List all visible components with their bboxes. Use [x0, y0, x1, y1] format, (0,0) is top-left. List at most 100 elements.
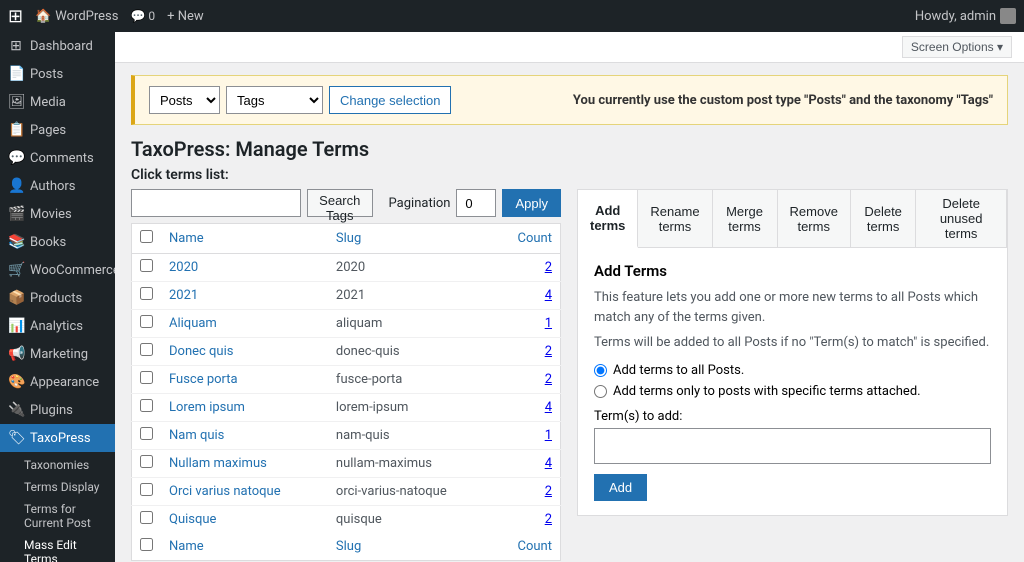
row-slug: nam-quis — [328, 422, 494, 450]
sidebar-sub-mass-edit-terms[interactable]: Mass Edit Terms — [0, 534, 115, 562]
radio-specific-posts[interactable] — [594, 385, 607, 398]
sidebar-item-posts[interactable]: 📄 Posts — [0, 60, 115, 88]
post-type-selects: Posts Pages Tags Categories Change selec… — [149, 86, 451, 114]
tab-add-terms[interactable]: Add terms — [578, 190, 638, 248]
sidebar-item-dashboard[interactable]: ⊞ Dashboard — [0, 32, 115, 60]
pages-icon: 📋 — [8, 122, 24, 138]
row-count: 1 — [494, 310, 561, 338]
sidebar-sub-taxonomies[interactable]: Taxonomies — [0, 454, 115, 476]
row-checkbox[interactable] — [140, 315, 153, 328]
wp-logo-icon: ⊞ — [8, 6, 23, 27]
select-all-footer-checkbox[interactable] — [140, 538, 153, 551]
row-slug: aliquam — [328, 310, 494, 338]
sidebar-item-movies[interactable]: 🎬 Movies — [0, 200, 115, 228]
products-icon: 📦 — [8, 290, 24, 306]
table-row: Aliquam aliquam 1 — [132, 310, 561, 338]
sidebar-item-comments[interactable]: 💬 Comments — [0, 144, 115, 172]
row-checkbox[interactable] — [140, 483, 153, 496]
tab-rename-terms[interactable]: Rename terms — [638, 190, 712, 247]
comments-icon[interactable]: 💬 0 — [130, 9, 155, 23]
col-header-slug[interactable]: Slug — [328, 224, 494, 254]
media-icon: 🖼 — [8, 94, 24, 110]
row-checkbox[interactable] — [140, 455, 153, 468]
tab-remove-terms[interactable]: Remove terms — [778, 190, 851, 247]
row-checkbox[interactable] — [140, 287, 153, 300]
sidebar-item-books[interactable]: 📚 Books — [0, 228, 115, 256]
apply-button[interactable]: Apply — [502, 189, 561, 217]
col-footer-count: Count — [494, 533, 561, 561]
post-type-select[interactable]: Posts Pages — [149, 86, 220, 114]
table-row: 2021 2021 4 — [132, 282, 561, 310]
add-submit-button[interactable]: Add — [594, 474, 647, 501]
select-all-checkbox[interactable] — [140, 230, 153, 243]
sidebar-sub-terms-current-post[interactable]: Terms for Current Post — [0, 498, 115, 534]
authors-icon: 👤 — [8, 178, 24, 194]
pagination-label: Pagination — [389, 196, 451, 211]
row-slug: quisque — [328, 506, 494, 534]
row-count: 2 — [494, 366, 561, 394]
site-name[interactable]: 🏠 WordPress — [35, 9, 118, 24]
tab-delete-unused-terms[interactable]: Delete unused terms — [916, 190, 1007, 247]
table-row: 2020 2020 2 — [132, 254, 561, 282]
content-area: Screen Options ▾ Posts Pages Tags Catego… — [115, 32, 1024, 562]
taxopress-icon: 🏷 — [8, 430, 24, 446]
table-row: Donec quis donec-quis 2 — [132, 338, 561, 366]
movies-icon: 🎬 — [8, 206, 24, 222]
row-checkbox[interactable] — [140, 511, 153, 524]
sidebar-item-taxopress[interactable]: 🏷 TaxoPress — [0, 424, 115, 452]
tabs-row: Add terms Rename terms Merge terms Remov… — [578, 190, 1007, 248]
sidebar-item-appearance[interactable]: 🎨 Appearance — [0, 368, 115, 396]
radio-all-posts[interactable] — [594, 364, 607, 377]
radio-all-posts-label[interactable]: Add terms to all Posts. — [594, 363, 991, 378]
tab-merge-terms[interactable]: Merge terms — [713, 190, 778, 247]
row-count: 4 — [494, 450, 561, 478]
new-link[interactable]: + New — [167, 9, 204, 24]
taxonomy-select[interactable]: Tags Categories — [226, 86, 323, 114]
sidebar-item-plugins[interactable]: 🔌 Plugins — [0, 396, 115, 424]
woocommerce-icon: 🛒 — [8, 262, 24, 278]
row-slug: 2020 — [328, 254, 494, 282]
row-checkbox[interactable] — [140, 427, 153, 440]
sidebar-item-media[interactable]: 🖼 Media — [0, 88, 115, 116]
sidebar-item-woocommerce[interactable]: 🛒 WooCommerce — [0, 256, 115, 284]
sidebar-item-analytics[interactable]: 📊 Analytics — [0, 312, 115, 340]
row-checkbox[interactable] — [140, 371, 153, 384]
row-count: 2 — [494, 506, 561, 534]
appearance-icon: 🎨 — [8, 374, 24, 390]
sidebar-item-authors[interactable]: 👤 Authors — [0, 172, 115, 200]
col-header-count[interactable]: Count — [494, 224, 561, 254]
plugins-icon: 🔌 — [8, 402, 24, 418]
row-slug: orci-varius-natoque — [328, 478, 494, 506]
click-terms-label: Click terms list: — [131, 167, 1008, 183]
add-terms-panel: Add Terms This feature lets you add one … — [578, 248, 1007, 515]
sidebar-sub-terms-display[interactable]: Terms Display — [0, 476, 115, 498]
notice-text: You currently use the custom post type "… — [573, 93, 993, 108]
sidebar-sub-menu: Taxonomies Terms Display Terms for Curre… — [0, 452, 115, 562]
search-row: Search Tags Pagination Apply — [131, 189, 561, 217]
row-checkbox[interactable] — [140, 399, 153, 412]
row-checkbox[interactable] — [140, 343, 153, 356]
table-row: Nam quis nam-quis 1 — [132, 422, 561, 450]
tab-delete-terms[interactable]: Delete terms — [851, 190, 916, 247]
radio-specific-posts-label[interactable]: Add terms only to posts with specific te… — [594, 384, 991, 399]
row-name: 2021 — [161, 282, 328, 310]
screen-options-button[interactable]: Screen Options ▾ — [902, 36, 1012, 58]
search-tags-button[interactable]: Search Tags — [307, 189, 373, 217]
col-header-name[interactable]: Name — [161, 224, 328, 254]
sidebar-item-products[interactable]: 📦 Products — [0, 284, 115, 312]
table-row: Fusce porta fusce-porta 2 — [132, 366, 561, 394]
terms-to-add-input[interactable] — [594, 428, 991, 464]
sidebar-item-pages[interactable]: 📋 Pages — [0, 116, 115, 144]
search-input[interactable] — [131, 189, 301, 217]
add-terms-title: Add Terms — [594, 262, 991, 280]
row-name: Quisque — [161, 506, 328, 534]
row-checkbox[interactable] — [140, 259, 153, 272]
row-count: 4 — [494, 282, 561, 310]
change-selection-button[interactable]: Change selection — [329, 86, 451, 114]
pagination-input[interactable] — [456, 189, 496, 217]
row-name: Fusce porta — [161, 366, 328, 394]
comments-sidebar-icon: 💬 — [8, 150, 24, 166]
notice-banner: Posts Pages Tags Categories Change selec… — [131, 75, 1008, 125]
sidebar-item-marketing[interactable]: 📢 Marketing — [0, 340, 115, 368]
table-row: Quisque quisque 2 — [132, 506, 561, 534]
